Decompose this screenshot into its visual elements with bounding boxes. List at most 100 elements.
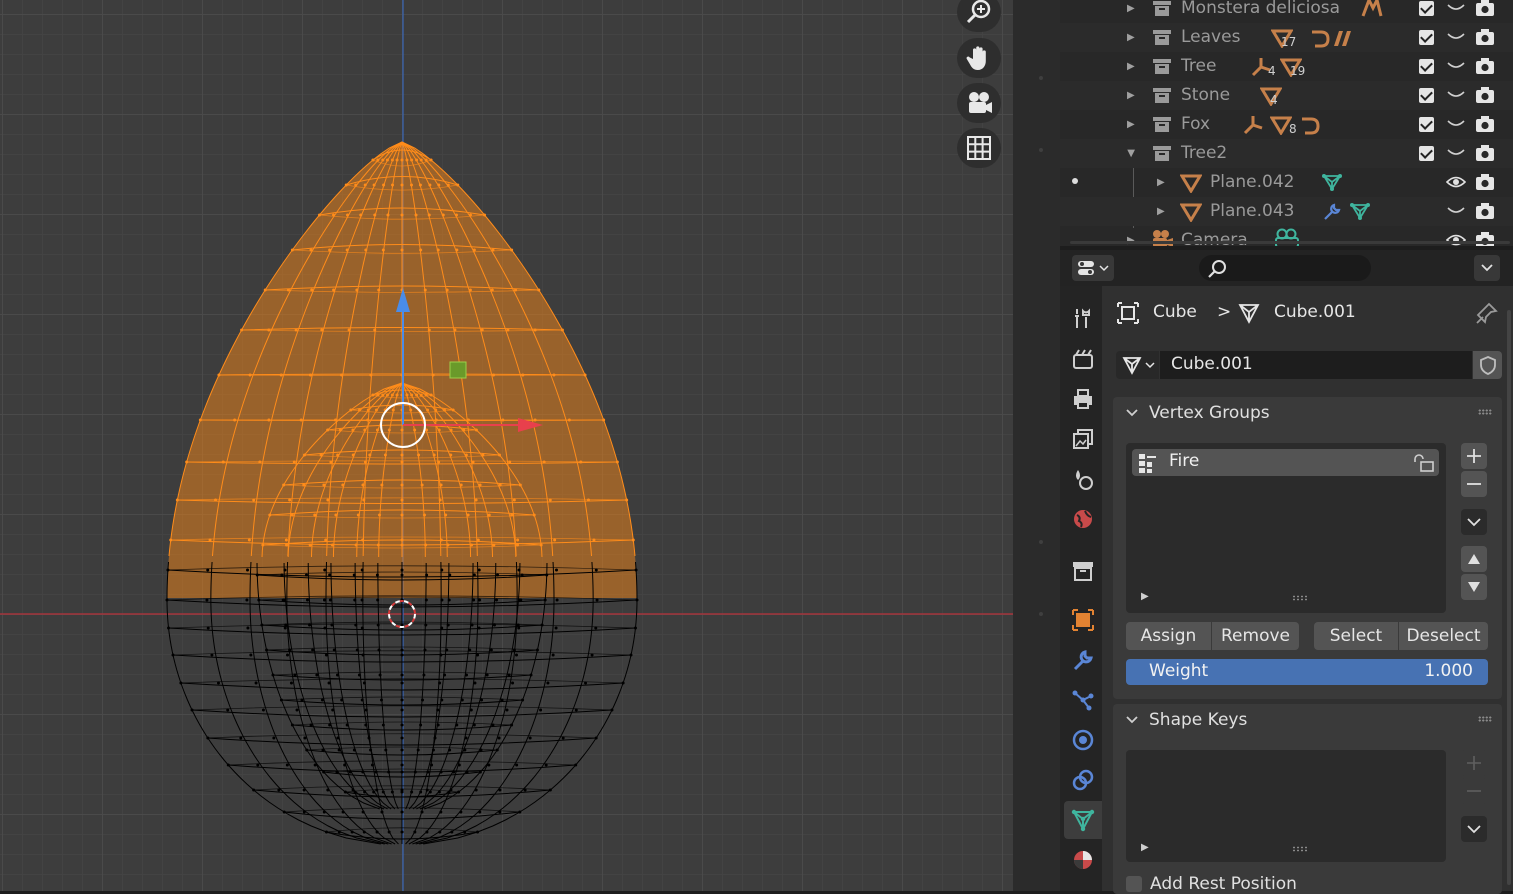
hide-viewport-icon[interactable] (1446, 87, 1466, 101)
render-camera-icon[interactable] (1475, 0, 1495, 17)
tab-scene[interactable] (1064, 460, 1102, 498)
expand-arrow-icon[interactable]: ▶ (1127, 52, 1135, 81)
move-up-button[interactable] (1461, 546, 1487, 572)
expand-arrow-icon[interactable]: ▶ (1127, 81, 1135, 110)
eye-icon[interactable] (1446, 175, 1466, 189)
3d-viewport[interactable] (0, 0, 1013, 891)
expand-arrow-icon[interactable]: ▶ (1157, 168, 1165, 197)
render-camera-icon[interactable] (1475, 28, 1495, 46)
select-button[interactable]: Select (1314, 622, 1398, 650)
outliner[interactable]: ▶ Monstera deliciosa ▶ Leaves 17 ▶ Tree … (1060, 0, 1513, 246)
add-shape-key-button[interactable] (1461, 750, 1487, 776)
visibility-checkbox[interactable] (1419, 146, 1434, 161)
mesh-browse-dropdown[interactable] (1116, 351, 1159, 379)
render-camera-icon[interactable] (1475, 173, 1495, 191)
hide-viewport-icon[interactable] (1446, 203, 1466, 217)
outliner-row-plane043[interactable]: ▶ Plane.043 (1060, 197, 1513, 226)
expand-arrow-icon[interactable]: ▶ (1157, 197, 1165, 226)
tab-object[interactable] (1064, 601, 1102, 639)
chevron-down-icon[interactable] (1125, 406, 1139, 420)
render-camera-icon[interactable] (1475, 144, 1495, 162)
outliner-row-plane042[interactable]: ▶ Plane.042 (1060, 168, 1513, 197)
outliner-row-fox[interactable]: ▶ Fox 8 (1060, 110, 1513, 139)
plane-handle-icon[interactable] (449, 361, 467, 379)
tab-collection[interactable] (1064, 552, 1102, 590)
render-camera-icon[interactable] (1475, 57, 1495, 75)
deselect-button[interactable]: Deselect (1399, 622, 1488, 650)
hide-viewport-icon[interactable] (1446, 145, 1466, 159)
pan-button[interactable] (957, 38, 1001, 78)
tab-material[interactable] (1064, 841, 1102, 879)
properties-editor[interactable]: Cube > Cube.001 Cube.001 Vertex Groups F… (1060, 250, 1513, 894)
visibility-checkbox[interactable] (1419, 117, 1434, 132)
chevron-down-icon[interactable] (1125, 713, 1139, 727)
tab-tool[interactable] (1064, 299, 1102, 337)
expand-arrow-icon[interactable]: ▶ (1127, 23, 1135, 52)
assign-button[interactable]: Assign (1126, 622, 1211, 650)
list-resize-grip-icon[interactable] (1292, 846, 1308, 852)
expand-arrow-icon[interactable]: ▶ (1127, 110, 1135, 139)
outliner-row-stone[interactable]: ▶ Stone 4 (1060, 81, 1513, 110)
tab-world[interactable] (1064, 500, 1102, 538)
weight-slider[interactable]: Weight 1.000 (1126, 659, 1488, 685)
visibility-checkbox[interactable] (1419, 30, 1434, 45)
unlock-icon[interactable] (1412, 454, 1436, 472)
add-vertex-group-button[interactable] (1461, 443, 1487, 469)
list-filter-toggle-icon[interactable]: ▶ (1141, 842, 1149, 853)
remove-shape-key-button[interactable] (1461, 778, 1487, 804)
camera-view-button[interactable] (957, 83, 1001, 123)
visibility-checkbox[interactable] (1419, 1, 1434, 16)
drag-handle-icon[interactable] (1478, 409, 1492, 415)
outliner-scrollbar[interactable] (1070, 241, 1510, 244)
mesh-object[interactable] (165, 141, 639, 845)
add-rest-position-row[interactable]: Add Rest Position (1126, 874, 1426, 894)
hide-viewport-icon[interactable] (1446, 58, 1466, 72)
tab-render[interactable] (1064, 340, 1102, 378)
visibility-checkbox[interactable] (1419, 88, 1434, 103)
outliner-row-monstera[interactable]: ▶ Monstera deliciosa (1060, 0, 1513, 23)
list-resize-grip-icon[interactable] (1292, 595, 1308, 601)
tab-particles[interactable] (1064, 681, 1102, 719)
properties-search-input[interactable] (1199, 255, 1371, 281)
vertex-group-list[interactable]: Fire ▶ (1126, 443, 1446, 613)
hide-viewport-icon[interactable] (1446, 116, 1466, 130)
mesh-name-field[interactable]: Cube.001 (1160, 351, 1472, 379)
drag-handle-icon[interactable] (1478, 716, 1492, 722)
visibility-checkbox[interactable] (1419, 59, 1434, 74)
list-item[interactable]: Fire (1132, 449, 1439, 476)
move-down-button[interactable] (1461, 574, 1487, 600)
vertex-group-specials-button[interactable] (1461, 509, 1487, 535)
expand-arrow-icon[interactable]: ▶ (1127, 0, 1135, 23)
outliner-row-tree[interactable]: ▶ Tree 4 19 (1060, 52, 1513, 81)
options-dropdown[interactable] (1474, 255, 1500, 281)
pin-icon[interactable] (1476, 302, 1498, 324)
tab-output[interactable] (1064, 380, 1102, 418)
tab-constraints[interactable] (1064, 761, 1102, 799)
tab-data[interactable] (1064, 801, 1102, 839)
render-camera-icon[interactable] (1475, 115, 1495, 133)
tab-physics[interactable] (1064, 721, 1102, 759)
outliner-row-tree2[interactable]: ▶ Tree2 (1060, 139, 1513, 168)
eye-icon[interactable] (1446, 233, 1466, 246)
list-filter-toggle-icon[interactable]: ▶ (1141, 591, 1149, 602)
remove-vertex-group-button[interactable] (1461, 471, 1487, 497)
add-rest-position-checkbox[interactable] (1126, 876, 1142, 892)
shape-key-specials-button[interactable] (1461, 816, 1487, 842)
outliner-row-leaves[interactable]: ▶ Leaves 17 (1060, 23, 1513, 52)
render-camera-icon[interactable] (1475, 86, 1495, 104)
hide-viewport-icon[interactable] (1446, 0, 1466, 14)
area-divider[interactable] (1013, 0, 1060, 891)
tab-view-layer[interactable] (1064, 420, 1102, 458)
collapse-arrow-icon[interactable]: ▶ (1116, 150, 1145, 158)
render-camera-icon[interactable] (1475, 202, 1495, 220)
hide-viewport-icon[interactable] (1446, 29, 1466, 43)
vertex-groups-title[interactable]: Vertex Groups (1149, 403, 1270, 423)
tab-modifiers[interactable] (1064, 641, 1102, 679)
fake-user-button[interactable] (1473, 351, 1502, 379)
properties-scrollbar[interactable] (1507, 310, 1511, 885)
shape-keys-title[interactable]: Shape Keys (1149, 710, 1247, 730)
mesh-canvas[interactable] (0, 0, 1013, 891)
remove-button[interactable]: Remove (1212, 622, 1299, 650)
shape-key-list[interactable]: ▶ (1126, 750, 1446, 862)
ortho-toggle-button[interactable] (957, 128, 1001, 168)
